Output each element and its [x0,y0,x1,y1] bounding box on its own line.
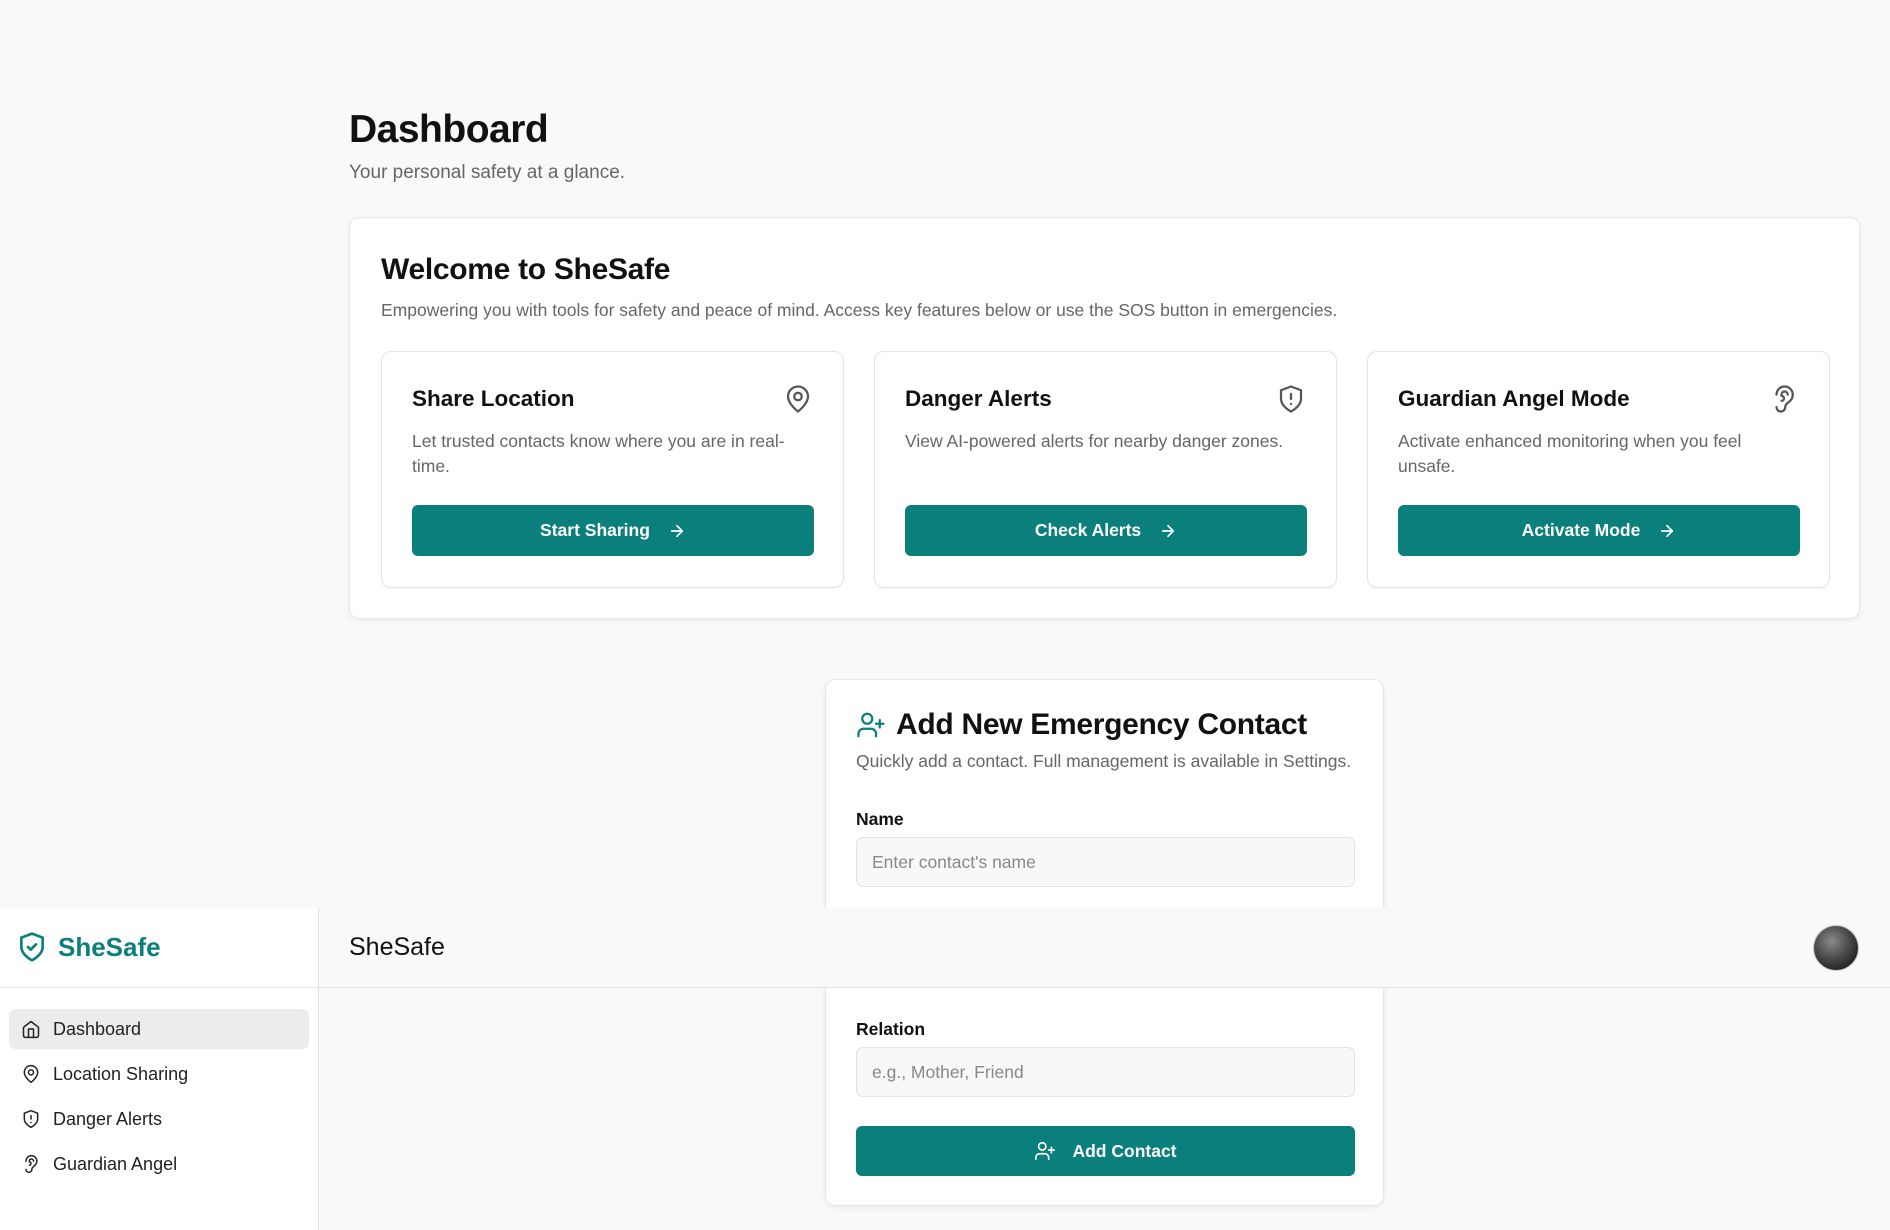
relation-input[interactable] [856,1047,1355,1097]
map-pin-icon [23,1064,39,1084]
feature-card-share-location: Share Location Let trusted contacts know… [381,351,844,588]
button-label: Check Alerts [1034,520,1142,540]
page-title: Dashboard [349,108,549,151]
welcome-title: Welcome to SheSafe [381,253,671,286]
name-label: Name [856,809,904,829]
check-alerts-button[interactable]: Check Alerts [905,505,1307,556]
feature-description: Let trusted contacts know where you are … [412,431,785,476]
button-label: Activate Mode [1521,520,1641,540]
sidebar-item-dashboard[interactable]: Dashboard [9,1009,309,1049]
user-avatar[interactable] [1813,925,1859,971]
sidebar-item-location-sharing[interactable]: Location Sharing [9,1054,309,1094]
brand-name: SheSafe [58,931,161,962]
feature-title: Share Location [412,386,575,411]
shield-alert-icon [23,1109,39,1129]
arrow-right-icon [1661,524,1674,537]
contact-form-title: Add New Emergency Contact [856,708,1307,742]
feature-description: View AI-powered alerts for nearby danger… [905,431,1284,451]
sidebar-item-label: Dashboard [53,1018,142,1039]
feature-title: Guardian Angel Mode [1398,386,1630,411]
add-contact-button[interactable]: Add Contact [856,1126,1355,1176]
sidebar-item-label: Danger Alerts [53,1108,163,1129]
sidebar-item-label: Location Sharing [53,1063,189,1084]
welcome-description: Empowering you with tools for safety and… [381,300,1338,320]
sidebar-divider [0,987,319,988]
relation-label: Relation [856,1019,926,1039]
map-pin-icon [783,384,813,414]
feature-card-guardian-angel: Guardian Angel Mode Activate enhanced mo… [1367,351,1830,588]
header-title: SheSafe [349,933,445,961]
app-root: Dashboard Your personal safety at a glan… [0,0,1890,1230]
add-contact-label: Add Contact [1072,1140,1177,1161]
brand-logo[interactable]: SheSafe [16,930,161,964]
shield-check-icon [20,932,44,962]
page-subtitle: Your personal safety at a glance. [349,162,626,183]
contact-form-title-text: Add New Emergency Contact [896,708,1307,741]
name-input[interactable] [856,837,1355,887]
shield-alert-icon [1276,384,1306,414]
user-plus-icon [857,712,885,738]
sidebar-item-danger-alerts[interactable]: Danger Alerts [9,1099,309,1139]
sidebar-item-label: Guardian Angel [53,1153,178,1174]
button-label: Start Sharing [540,520,650,540]
arrow-right-icon [670,524,684,537]
activate-mode-button[interactable]: Activate Mode [1398,505,1800,556]
feature-description: Activate enhanced monitoring when you fe… [1398,431,1742,476]
sidebar-item-guardian-angel[interactable]: Guardian Angel [9,1144,309,1184]
welcome-card: Welcome to SheSafe Empowering you with t… [349,217,1860,619]
start-sharing-button[interactable]: Start Sharing [412,505,814,556]
feature-card-danger-alerts: Danger Alerts View AI-powered alerts for… [874,351,1337,588]
home-icon [22,1020,40,1039]
feature-title: Danger Alerts [905,386,1052,411]
ear-icon [25,1154,38,1174]
sidebar: SheSafe Dashboard Location Sharing Dange… [0,908,319,1230]
user-plus-icon [1035,1141,1056,1161]
arrow-right-icon [1162,524,1175,537]
contact-form-description: Quickly add a contact. Full management i… [856,751,1352,771]
ear-icon [1769,384,1799,414]
